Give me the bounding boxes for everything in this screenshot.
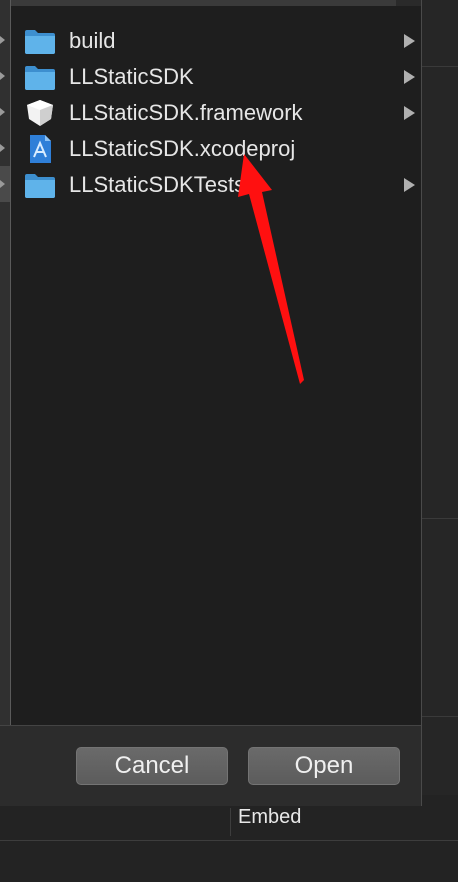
- annotation-arrow-icon: [238, 154, 304, 384]
